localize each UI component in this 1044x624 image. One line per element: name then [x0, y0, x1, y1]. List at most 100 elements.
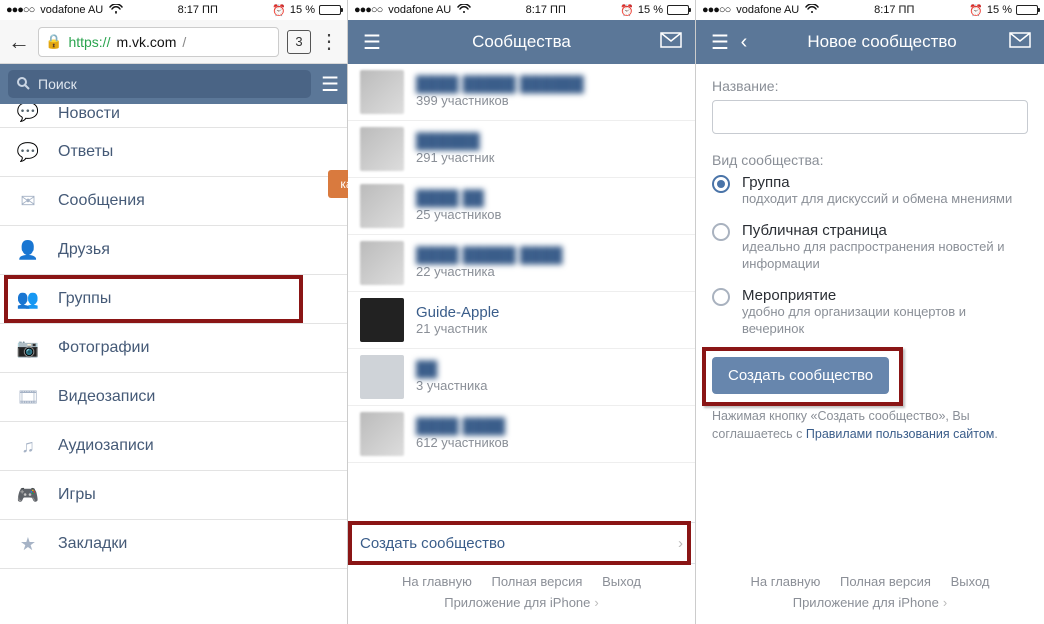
footer-app[interactable]: Приложение для iPhone	[793, 595, 939, 610]
radio-icon	[712, 175, 730, 193]
community-item[interactable]: ██ 3 участника	[348, 349, 695, 406]
back-icon[interactable]: ←	[8, 29, 30, 55]
menu-icon: 👥	[16, 289, 40, 310]
menu-icon: ✉	[16, 191, 40, 212]
option-title: Публичная страница	[742, 222, 1028, 239]
carrier-label: vodafone AU	[40, 4, 103, 16]
footer-exit[interactable]: Выход	[951, 574, 990, 589]
menu-icon: 📷	[16, 338, 40, 359]
radio-icon	[712, 223, 730, 241]
community-item[interactable]: ████ █████ ██████ 399 участников	[348, 64, 695, 121]
hamburger-icon[interactable]: ☰	[321, 72, 339, 97]
chevron-right-icon: ›	[678, 535, 683, 552]
footer-app[interactable]: Приложение для iPhone	[444, 595, 590, 610]
mail-icon[interactable]	[659, 31, 683, 54]
radio-icon	[712, 288, 730, 306]
alarm-icon: ⏰	[969, 4, 983, 17]
menu-label: Ответы	[58, 143, 113, 161]
footer-full[interactable]: Полная версия	[491, 574, 582, 589]
sidebar-item-0[interactable]: 💬 Новости	[0, 104, 347, 128]
type-option[interactable]: Группа подходит для дискуссий и обмена м…	[712, 174, 1028, 208]
sidebar-item-8[interactable]: 🎮 Игры	[0, 471, 347, 520]
menu-label: Новости	[58, 105, 120, 123]
community-name: Guide-Apple	[416, 304, 499, 321]
menu-icon: 🎮	[16, 485, 40, 506]
sidebar-item-6[interactable]: 🎞 Видеозаписи	[0, 373, 347, 422]
menu-icon: ♫	[16, 436, 40, 457]
community-name: ████ ████	[416, 418, 509, 435]
wifi-icon	[457, 4, 471, 17]
search-icon	[16, 76, 30, 93]
menu-icon: 💬	[16, 104, 40, 123]
create-community-button[interactable]: Создать сообщество	[712, 357, 889, 394]
type-option[interactable]: Мероприятие удобно для организации конце…	[712, 287, 1028, 338]
time-label: 8:17 ПП	[819, 4, 969, 16]
community-name: ██████	[416, 133, 494, 150]
pane-browser-menu: ●●●○○ vodafone AU 8:17 ПП ⏰ 15 % ← 🔒 htt…	[0, 0, 348, 624]
carrier-label: vodafone AU	[736, 4, 799, 16]
sidebar-item-3[interactable]: 👤 Друзья	[0, 226, 347, 275]
url-host: m.vk.com	[116, 34, 176, 50]
signal-dots: ●●●○○	[702, 4, 730, 16]
alarm-icon: ⏰	[620, 4, 634, 17]
sidebar-item-1[interactable]: 💬 Ответы	[0, 128, 347, 177]
back-icon[interactable]: ‹	[732, 31, 756, 54]
menu-label: Видеозаписи	[58, 388, 155, 406]
avatar	[360, 298, 404, 342]
name-input[interactable]	[712, 100, 1028, 134]
sidebar-item-7[interactable]: ♫ Аудиозаписи	[0, 422, 347, 471]
avatar	[360, 241, 404, 285]
pane-create-community: ●●●○○ vodafone AU 8:17 ПП ⏰ 15 % ☰ ‹ Нов…	[696, 0, 1044, 624]
battery-pct: 15 %	[638, 4, 663, 16]
create-community-row[interactable]: Создать сообщество ›	[348, 522, 695, 564]
sidebar-item-9[interactable]: ★ Закладки	[0, 520, 347, 569]
time-label: 8:17 ПП	[471, 4, 620, 16]
community-item[interactable]: Guide-Apple 21 участник	[348, 292, 695, 349]
avatar	[360, 412, 404, 456]
community-name: ████ ██	[416, 190, 501, 207]
more-icon[interactable]: ⋮	[319, 29, 339, 54]
community-item[interactable]: ████ ██ 25 участников	[348, 178, 695, 235]
alarm-icon: ⏰	[272, 4, 286, 17]
footer-exit[interactable]: Выход	[602, 574, 641, 589]
hamburger-icon[interactable]: ☰	[360, 30, 384, 55]
status-bar: ●●●○○ vodafone AU 8:17 ПП ⏰ 15 %	[696, 0, 1044, 20]
avatar	[360, 355, 404, 399]
search-input[interactable]: Поиск	[8, 70, 311, 98]
tab-count[interactable]: 3	[287, 30, 311, 54]
address-bar[interactable]: 🔒 https://m.vk.com/	[38, 27, 279, 57]
option-title: Мероприятие	[742, 287, 1028, 304]
footer-home[interactable]: На главную	[402, 574, 472, 589]
rules-link[interactable]: Правилами пользования сайтом	[806, 427, 995, 441]
vk-searchbar: Поиск ☰	[0, 64, 347, 104]
mail-icon[interactable]	[1008, 31, 1032, 54]
avatar	[360, 184, 404, 228]
sidebar-item-2[interactable]: ✉ Сообщения	[0, 177, 347, 226]
menu-label: Сообщения	[58, 192, 145, 210]
community-item[interactable]: ████ █████ ████ 22 участника	[348, 235, 695, 292]
footer-full[interactable]: Полная версия	[840, 574, 931, 589]
option-desc: идеально для распространения новостей и …	[742, 239, 1028, 273]
highlight-box	[4, 275, 303, 323]
status-bar: ●●●○○ vodafone AU 8:17 ПП ⏰ 15 %	[0, 0, 347, 20]
type-label: Вид сообщества:	[712, 152, 1028, 168]
community-sub: 21 участник	[416, 321, 499, 336]
url-slash: /	[182, 34, 186, 50]
sidebar-item-5[interactable]: 📷 Фотографии	[0, 324, 347, 373]
type-option[interactable]: Публичная страница идеально для распрост…	[712, 222, 1028, 273]
sidebar-item-4[interactable]: 👥 Группы	[0, 275, 347, 324]
menu-icon: 🎞	[16, 387, 40, 408]
chevron-right-icon: ›	[594, 595, 598, 610]
create-form: Название: Вид сообщества: Группа подходи…	[696, 64, 1044, 564]
community-sub: 22 участника	[416, 264, 563, 279]
community-name: ████ █████ ██████	[416, 76, 584, 93]
community-item[interactable]: ████ ████ 612 участников	[348, 406, 695, 463]
footer-home[interactable]: На главную	[751, 574, 821, 589]
community-item[interactable]: ██████ 291 участник	[348, 121, 695, 178]
name-label: Название:	[712, 78, 1028, 94]
battery-icon	[319, 5, 341, 15]
menu-label: Фотографии	[58, 339, 149, 357]
signal-dots: ●●●○○	[354, 4, 382, 16]
url-proto: https://	[68, 34, 110, 50]
hamburger-icon[interactable]: ☰	[708, 30, 732, 55]
